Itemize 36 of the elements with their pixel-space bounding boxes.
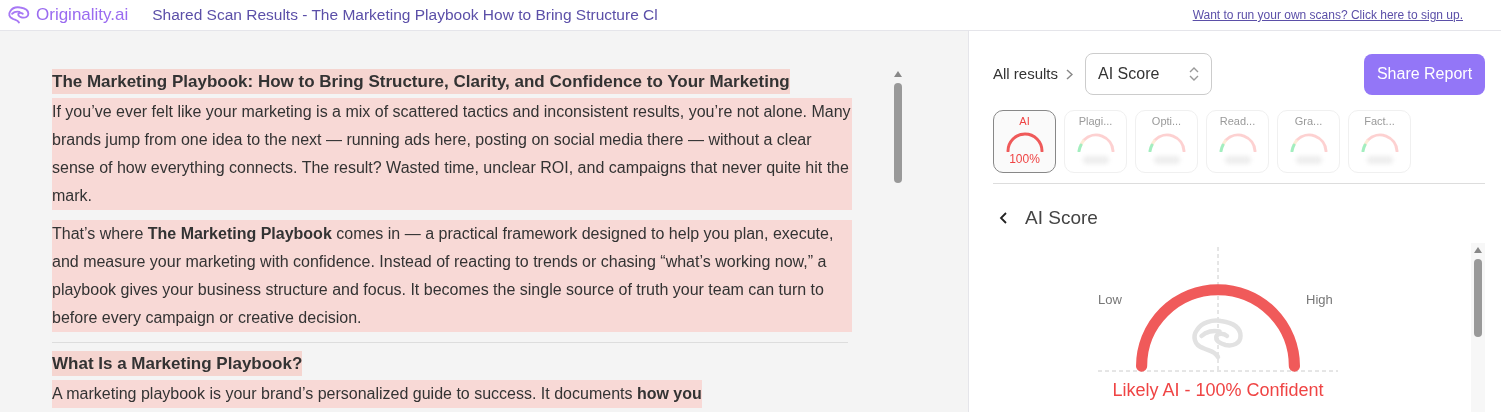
- page-title: Shared Scan Results - The Marketing Playbook How to Bring Structure Cl: [152, 5, 658, 26]
- gauge-icon: [1075, 132, 1116, 152]
- score-select[interactable]: AI Score: [1085, 53, 1213, 95]
- score-tab[interactable]: Fact...: [1348, 110, 1411, 173]
- high-label: High: [1306, 290, 1333, 309]
- highlighted-paragraph: If you’ve ever felt like your marketing is a mix of scattered tactics and inconsistent results, you’re not alone. Many brands jump from one idea to the next — running ads here, posting on social media there — without a clear sense of how everything connects. The result? Wasted time, unclear ROI, and campaigns that never quite hit the mark.: [52, 98, 852, 210]
- brain-logo-icon: [6, 5, 32, 25]
- scrollbar-thumb[interactable]: [1474, 258, 1482, 337]
- sort-caret-icon: [1189, 66, 1200, 82]
- gauge-icon: [1004, 132, 1045, 152]
- chevron-right-icon: [1066, 68, 1074, 80]
- breadcrumb-link[interactable]: All results: [993, 62, 1059, 86]
- score-value: 100%: [1009, 152, 1040, 166]
- back-chevron-icon[interactable]: [999, 212, 1007, 225]
- signup-link[interactable]: Want to run your own scans? Click here to sign up.: [1192, 6, 1463, 24]
- verdict-text: Likely AI - 100% Confident: [1111, 378, 1325, 402]
- score-tab[interactable]: Opti...: [1135, 110, 1198, 173]
- score-tab[interactable]: Read...: [1206, 110, 1269, 173]
- brand-name: Originality.ai: [36, 4, 129, 27]
- scroll-up-icon[interactable]: [1474, 246, 1482, 253]
- gauge-icon: [1288, 132, 1329, 152]
- low-label: Low: [1098, 290, 1122, 309]
- section-heading: What Is a Marketing Playbook?: [52, 351, 303, 376]
- score-tab[interactable]: Gra...: [1277, 110, 1340, 173]
- section-title: AI Score: [1025, 206, 1098, 230]
- score-tab[interactable]: Plagi...: [1064, 110, 1127, 173]
- highlighted-paragraph: A marketing playbook is your brand’s personalized guide to success. It documents how you: [52, 380, 702, 408]
- scroll-up-icon[interactable]: [894, 71, 902, 77]
- highlighted-paragraph: That’s where The Marketing Playbook comes in — a practical framework designed to help you plan, execute, and measure your marketing with confidence. Instead of reacting to trends or chasing “what’s working now,” a playbook gives your business structure and focus. It becomes the single source of truth your team can turn to before every campaign or creative decision.: [52, 220, 852, 332]
- scrollbar-thumb[interactable]: [894, 83, 902, 183]
- gauge-icon: [1359, 132, 1400, 152]
- gauge-icon: [1146, 132, 1187, 152]
- share-report-button[interactable]: Share Report: [1364, 53, 1485, 95]
- section-heading: The Marketing Playbook: How to Bring Structure, Clarity, and Confidence to Your Marketing: [52, 69, 790, 94]
- gauge-icon: [1217, 132, 1258, 152]
- score-tab[interactable]: AI 100%: [993, 110, 1056, 173]
